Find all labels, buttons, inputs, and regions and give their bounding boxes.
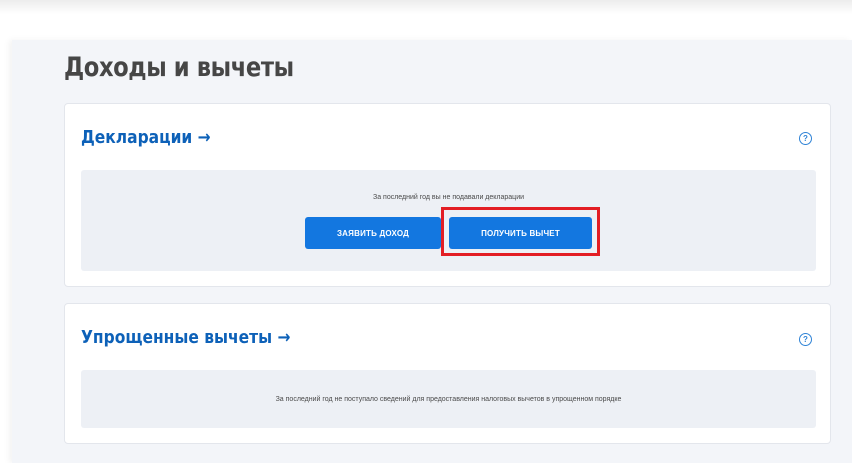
question-circle-icon[interactable]: ? — [799, 132, 812, 145]
simplified-deductions-card: Упрощенные вычеты → ? За последний год н… — [64, 303, 831, 444]
simplified-deductions-link[interactable]: Упрощенные вычеты → — [81, 327, 290, 348]
simplified-deductions-panel: За последний год не поступало сведений д… — [81, 370, 816, 428]
simplified-deductions-empty-message: За последний год не поступало сведений д… — [275, 396, 622, 403]
page-title: Доходы и вычеты — [64, 52, 294, 83]
declarations-card: Декларации → ? За последний год вы не по… — [64, 103, 831, 287]
declare-income-button[interactable]: ЗАЯВИТЬ ДОХОД — [305, 217, 441, 249]
declarations-empty-message: За последний год вы не подавали декларац… — [372, 194, 525, 201]
declarations-link[interactable]: Декларации → — [81, 127, 211, 148]
get-deduction-button[interactable]: ПОЛУЧИТЬ ВЫЧЕТ — [449, 217, 592, 249]
top-shadow — [0, 0, 852, 14]
question-circle-icon[interactable]: ? — [799, 333, 812, 346]
declarations-panel: За последний год вы не подавали декларац… — [81, 170, 816, 271]
